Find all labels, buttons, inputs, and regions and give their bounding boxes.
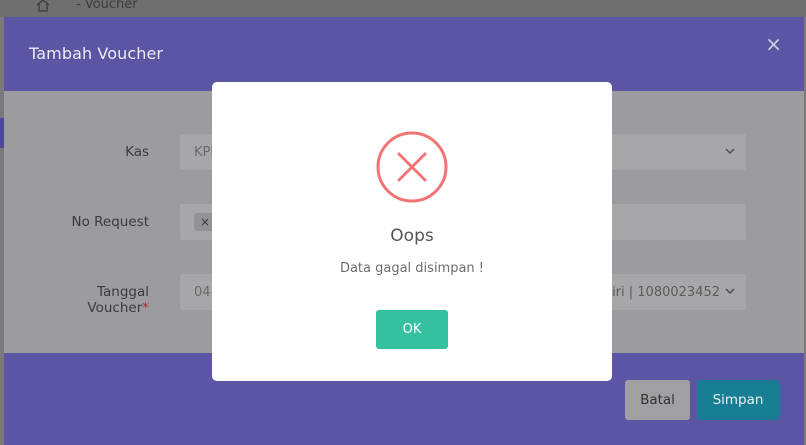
modal-title: Tambah Voucher: [29, 44, 164, 63]
chevron-down-icon: [725, 148, 735, 154]
tanggal-label-line1: Tanggal: [96, 284, 149, 300]
alert-message: Data gagal disimpan !: [339, 261, 485, 276]
home-icon[interactable]: [35, 0, 51, 12]
required-mark: *: [142, 300, 149, 316]
ok-button[interactable]: OK: [376, 310, 448, 349]
chevron-down-icon[interactable]: [724, 285, 736, 297]
tanggal-label-line2: Voucher: [87, 300, 143, 316]
page-breadcrumb-bar: - Voucher: [0, 0, 806, 17]
simpan-button[interactable]: Simpan: [697, 380, 779, 420]
tanggal-voucher-label: Tanggal Voucher*: [64, 284, 149, 316]
batal-button[interactable]: Batal: [625, 380, 690, 420]
error-alert-dialog: Oops Data gagal disimpan ! OK: [212, 82, 612, 381]
alert-title: Oops: [390, 226, 434, 246]
kas-label: Kas: [125, 144, 149, 160]
bank-account-value: ndiri | 1080023452: [595, 285, 720, 300]
close-icon[interactable]: ×: [765, 34, 782, 54]
no-request-label: No Request: [71, 214, 150, 230]
modal-header: Tambah Voucher ×: [4, 17, 804, 91]
breadcrumb-current: - Voucher: [76, 0, 138, 12]
error-x-icon: [376, 131, 448, 203]
